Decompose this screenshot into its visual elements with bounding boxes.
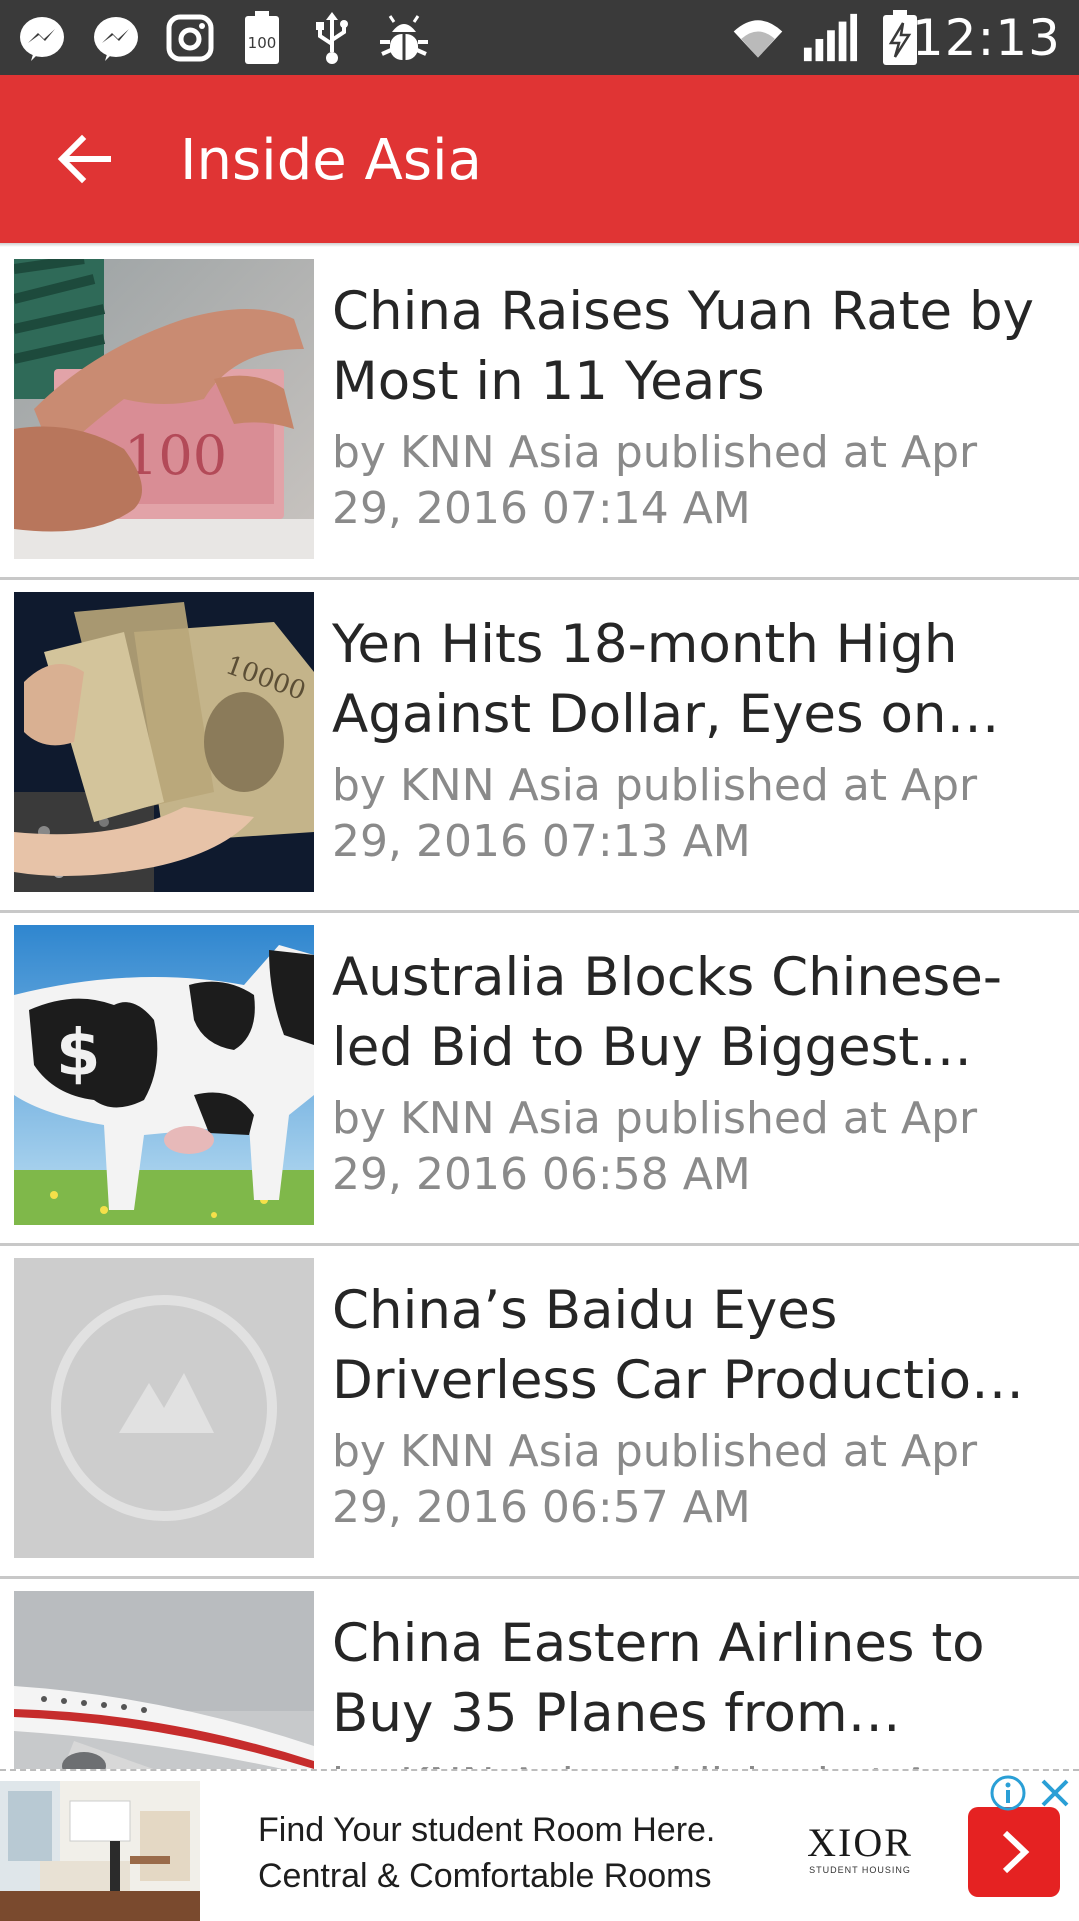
article-list-item[interactable]: China’s Baidu Eyes Driverless Car Produc… bbox=[0, 1246, 1079, 1579]
info-icon[interactable] bbox=[988, 1773, 1028, 1813]
article-meta: by KNN Asia published at Apr 29, 2016 06… bbox=[332, 1093, 978, 1200]
messenger-icon bbox=[88, 10, 144, 66]
article-list-item[interactable]: China Eastern Airlines to Buy 35 Planes … bbox=[0, 1579, 1079, 1769]
article-list-item[interactable]: $ Australia Blocks Chinese-led Bid to Bu… bbox=[0, 913, 1079, 1246]
arrow-left-icon bbox=[57, 134, 111, 184]
yuan-banknotes-photo: 100 bbox=[14, 259, 314, 559]
battery-100-icon: 100 bbox=[234, 10, 290, 66]
article-title: China Raises Yuan Rate by Most in 11 Yea… bbox=[332, 281, 1034, 412]
chevron-right-icon bbox=[1002, 1830, 1030, 1874]
back-button[interactable] bbox=[40, 119, 128, 199]
ad-logo-subtext: STUDENT HOUSING bbox=[809, 1865, 911, 1875]
status-clock: 12:13 bbox=[911, 9, 1061, 67]
ad-room-photo bbox=[0, 1781, 200, 1921]
article-meta: by KNN Asia published at Apr 29, 2016 06… bbox=[332, 1757, 1032, 1769]
article-title: China’s Baidu Eyes Driverless Car Produc… bbox=[332, 1280, 1025, 1411]
ad-logo-text: XIOR bbox=[807, 1820, 913, 1865]
messenger-icon bbox=[14, 10, 70, 66]
status-bar: 100 12:13 bbox=[0, 0, 1079, 75]
instagram-icon bbox=[162, 10, 218, 66]
svg-text:100: 100 bbox=[248, 34, 277, 52]
article-title: Yen Hits 18-month High Against Dollar, E… bbox=[332, 614, 1000, 745]
ad-headline: Find Your student Room Here. bbox=[258, 1811, 716, 1849]
yen-banknotes-photo: 10000 bbox=[14, 592, 314, 892]
article-meta: by KNN Asia published at Apr 29, 2016 07… bbox=[332, 760, 978, 867]
ad-text: Find Your student Room Here. Central & C… bbox=[258, 1807, 778, 1899]
debug-bug-icon bbox=[376, 10, 432, 66]
svg-text:$: $ bbox=[56, 1017, 101, 1091]
app-bar: Inside Asia bbox=[0, 75, 1079, 243]
usb-icon bbox=[304, 10, 360, 66]
article-title: China Eastern Airlines to Buy 35 Planes … bbox=[332, 1613, 985, 1744]
page-title: Inside Asia bbox=[180, 128, 482, 193]
ad-banner[interactable]: Find Your student Room Here. Central & C… bbox=[0, 1769, 1079, 1921]
close-icon[interactable] bbox=[1035, 1773, 1075, 1813]
article-title: Australia Blocks Chinese-led Bid to Buy … bbox=[332, 947, 1002, 1078]
cow-australia-dollar-photo: $ bbox=[14, 925, 314, 1225]
ad-logo: XIOR STUDENT HOUSING bbox=[800, 1821, 920, 1881]
ad-open-button[interactable] bbox=[968, 1807, 1060, 1897]
article-list-item[interactable]: 100 China Raises Yuan Rate by Most in 11… bbox=[0, 247, 1079, 580]
wifi-icon bbox=[730, 10, 786, 66]
signal-icon bbox=[802, 10, 858, 66]
airplane-photo bbox=[14, 1591, 314, 1769]
article-list-item[interactable]: 10000 Yen Hits 18-month High Against Dol… bbox=[0, 580, 1079, 913]
article-meta: by KNN Asia published at Apr 29, 2016 06… bbox=[332, 1426, 978, 1533]
ad-subline: Central & Comfortable Rooms bbox=[258, 1857, 712, 1895]
article-list: 100 China Raises Yuan Rate by Most in 11… bbox=[0, 247, 1079, 1769]
article-meta: by KNN Asia published at Apr 29, 2016 07… bbox=[332, 427, 978, 534]
image-placeholder-icon bbox=[14, 1258, 314, 1558]
